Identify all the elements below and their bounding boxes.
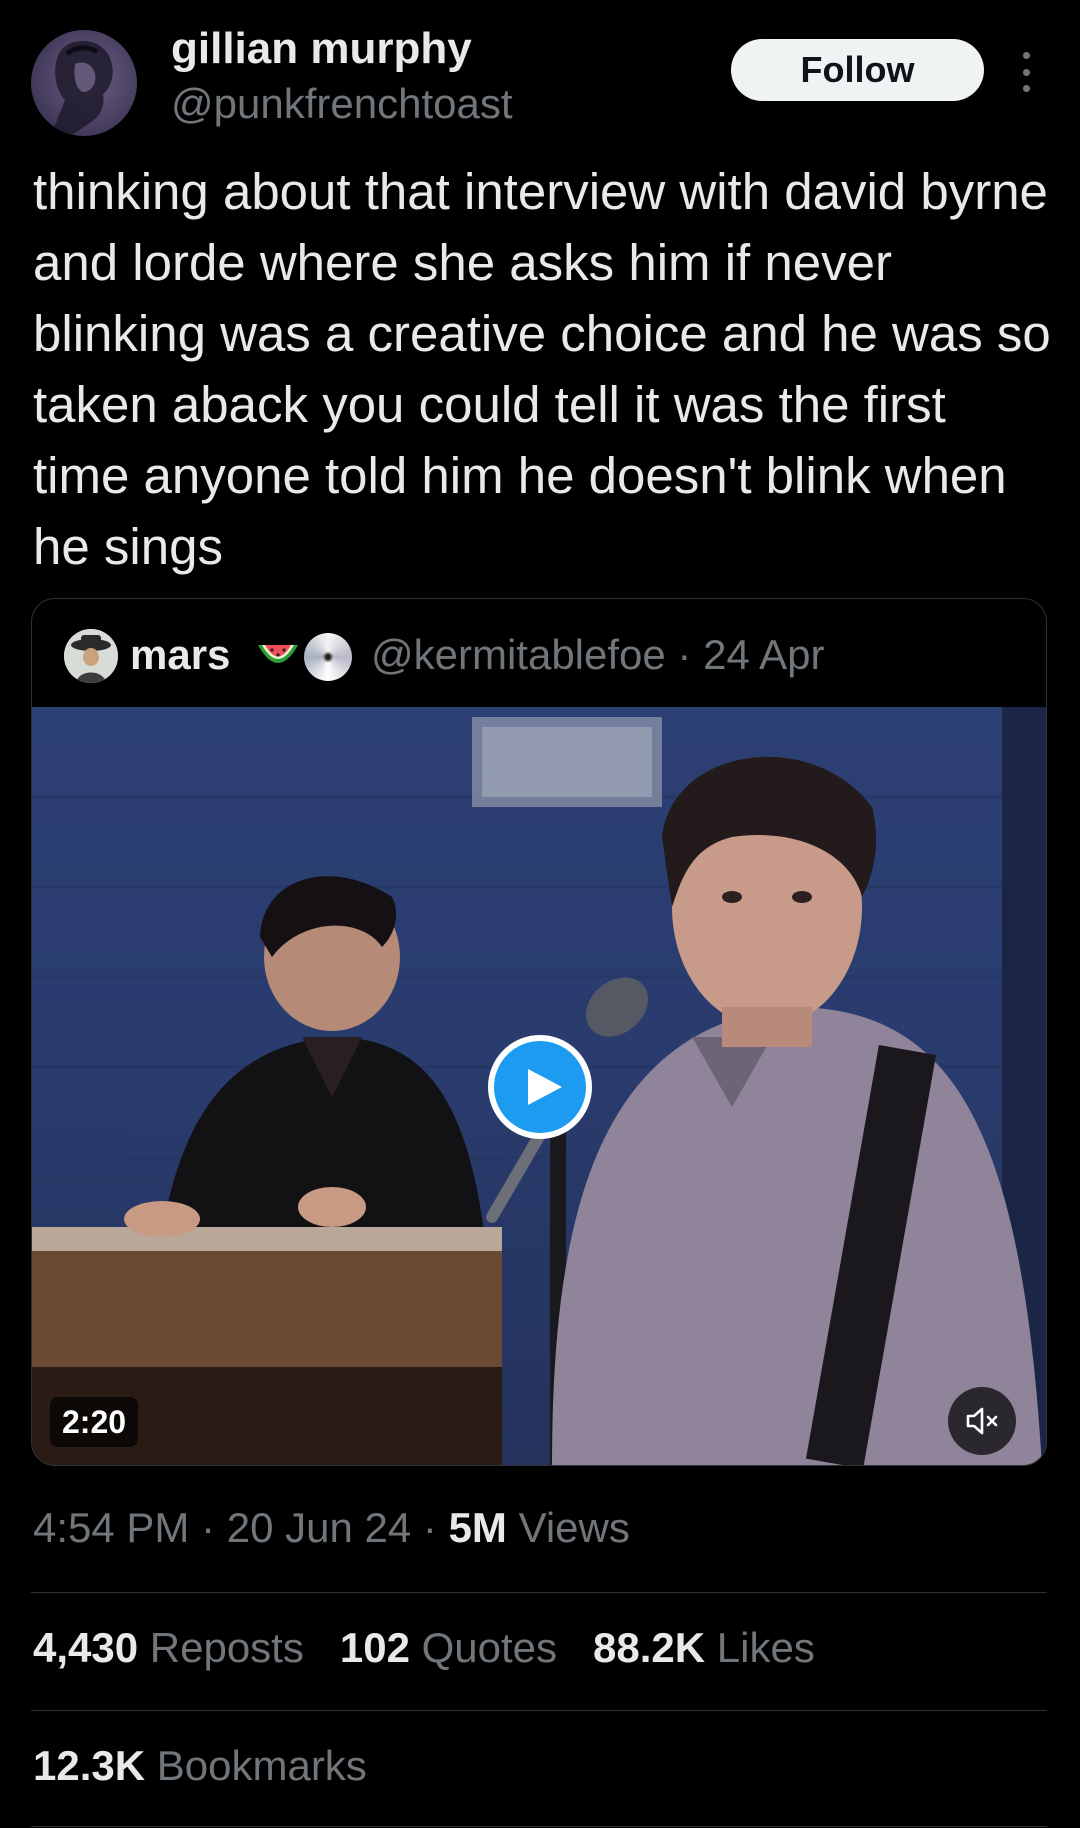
quoted-author-avatar[interactable] <box>64 629 118 683</box>
likes-stat[interactable]: 88.2K Likes <box>593 1624 815 1672</box>
post-timestamp[interactable]: 4:54 PM · 20 Jun 24 · <box>33 1504 449 1551</box>
reposts-count: 4,430 <box>33 1624 139 1671</box>
bookmarks-count: 12.3K <box>33 1742 146 1789</box>
likes-count: 88.2K <box>593 1624 706 1671</box>
divider <box>31 1710 1047 1711</box>
quoted-author-name[interactable]: mars <box>130 631 230 679</box>
author-avatar[interactable] <box>31 30 137 136</box>
optical-disc-icon <box>304 633 352 681</box>
video-player[interactable]: 2:20 <box>32 707 1046 1465</box>
quoted-post-card[interactable]: mars @kermitablefoe · 24 Apr 2:20 <box>31 598 1047 1466</box>
bookmarks-stat[interactable]: 12.3K Bookmarks <box>33 1742 367 1790</box>
video-duration-badge: 2:20 <box>50 1397 139 1447</box>
watermelon-icon <box>258 645 298 663</box>
views-count: 5M <box>448 1504 507 1551</box>
quoted-handle-date[interactable]: @kermitablefoe · 24 Apr <box>371 631 825 679</box>
reposts-stat[interactable]: 4,430 Reposts <box>33 1624 304 1672</box>
post-meta: 4:54 PM · 20 Jun 24 · 5M Views <box>33 1504 630 1552</box>
tweet-text: thinking about that interview with david… <box>33 163 1051 575</box>
author-display-name[interactable]: gillian murphy <box>171 24 472 74</box>
quotes-stat[interactable]: 102 Quotes <box>340 1624 557 1672</box>
follow-button[interactable]: Follow <box>731 39 984 101</box>
mute-toggle-button[interactable] <box>948 1387 1016 1455</box>
author-handle[interactable]: @punkfrenchtoast <box>171 80 513 128</box>
portrait-avatar-icon <box>51 40 113 136</box>
speaker-muted-icon <box>966 1407 998 1435</box>
engagement-stats: 4,430 Reposts 102 Quotes 88.2K Likes <box>33 1624 851 1672</box>
vertical-ellipsis-icon[interactable] <box>1014 52 1038 92</box>
divider <box>31 1826 1047 1827</box>
quotes-count: 102 <box>339 1624 410 1671</box>
play-icon <box>528 1069 562 1105</box>
likes-label: Likes <box>705 1624 815 1671</box>
quotes-label: Quotes <box>409 1624 558 1671</box>
views-label: Views <box>506 1504 630 1551</box>
bookmarks-label: Bookmarks <box>145 1742 367 1789</box>
divider <box>31 1592 1047 1593</box>
reposts-label: Reposts <box>138 1624 304 1671</box>
play-button[interactable] <box>488 1035 592 1139</box>
